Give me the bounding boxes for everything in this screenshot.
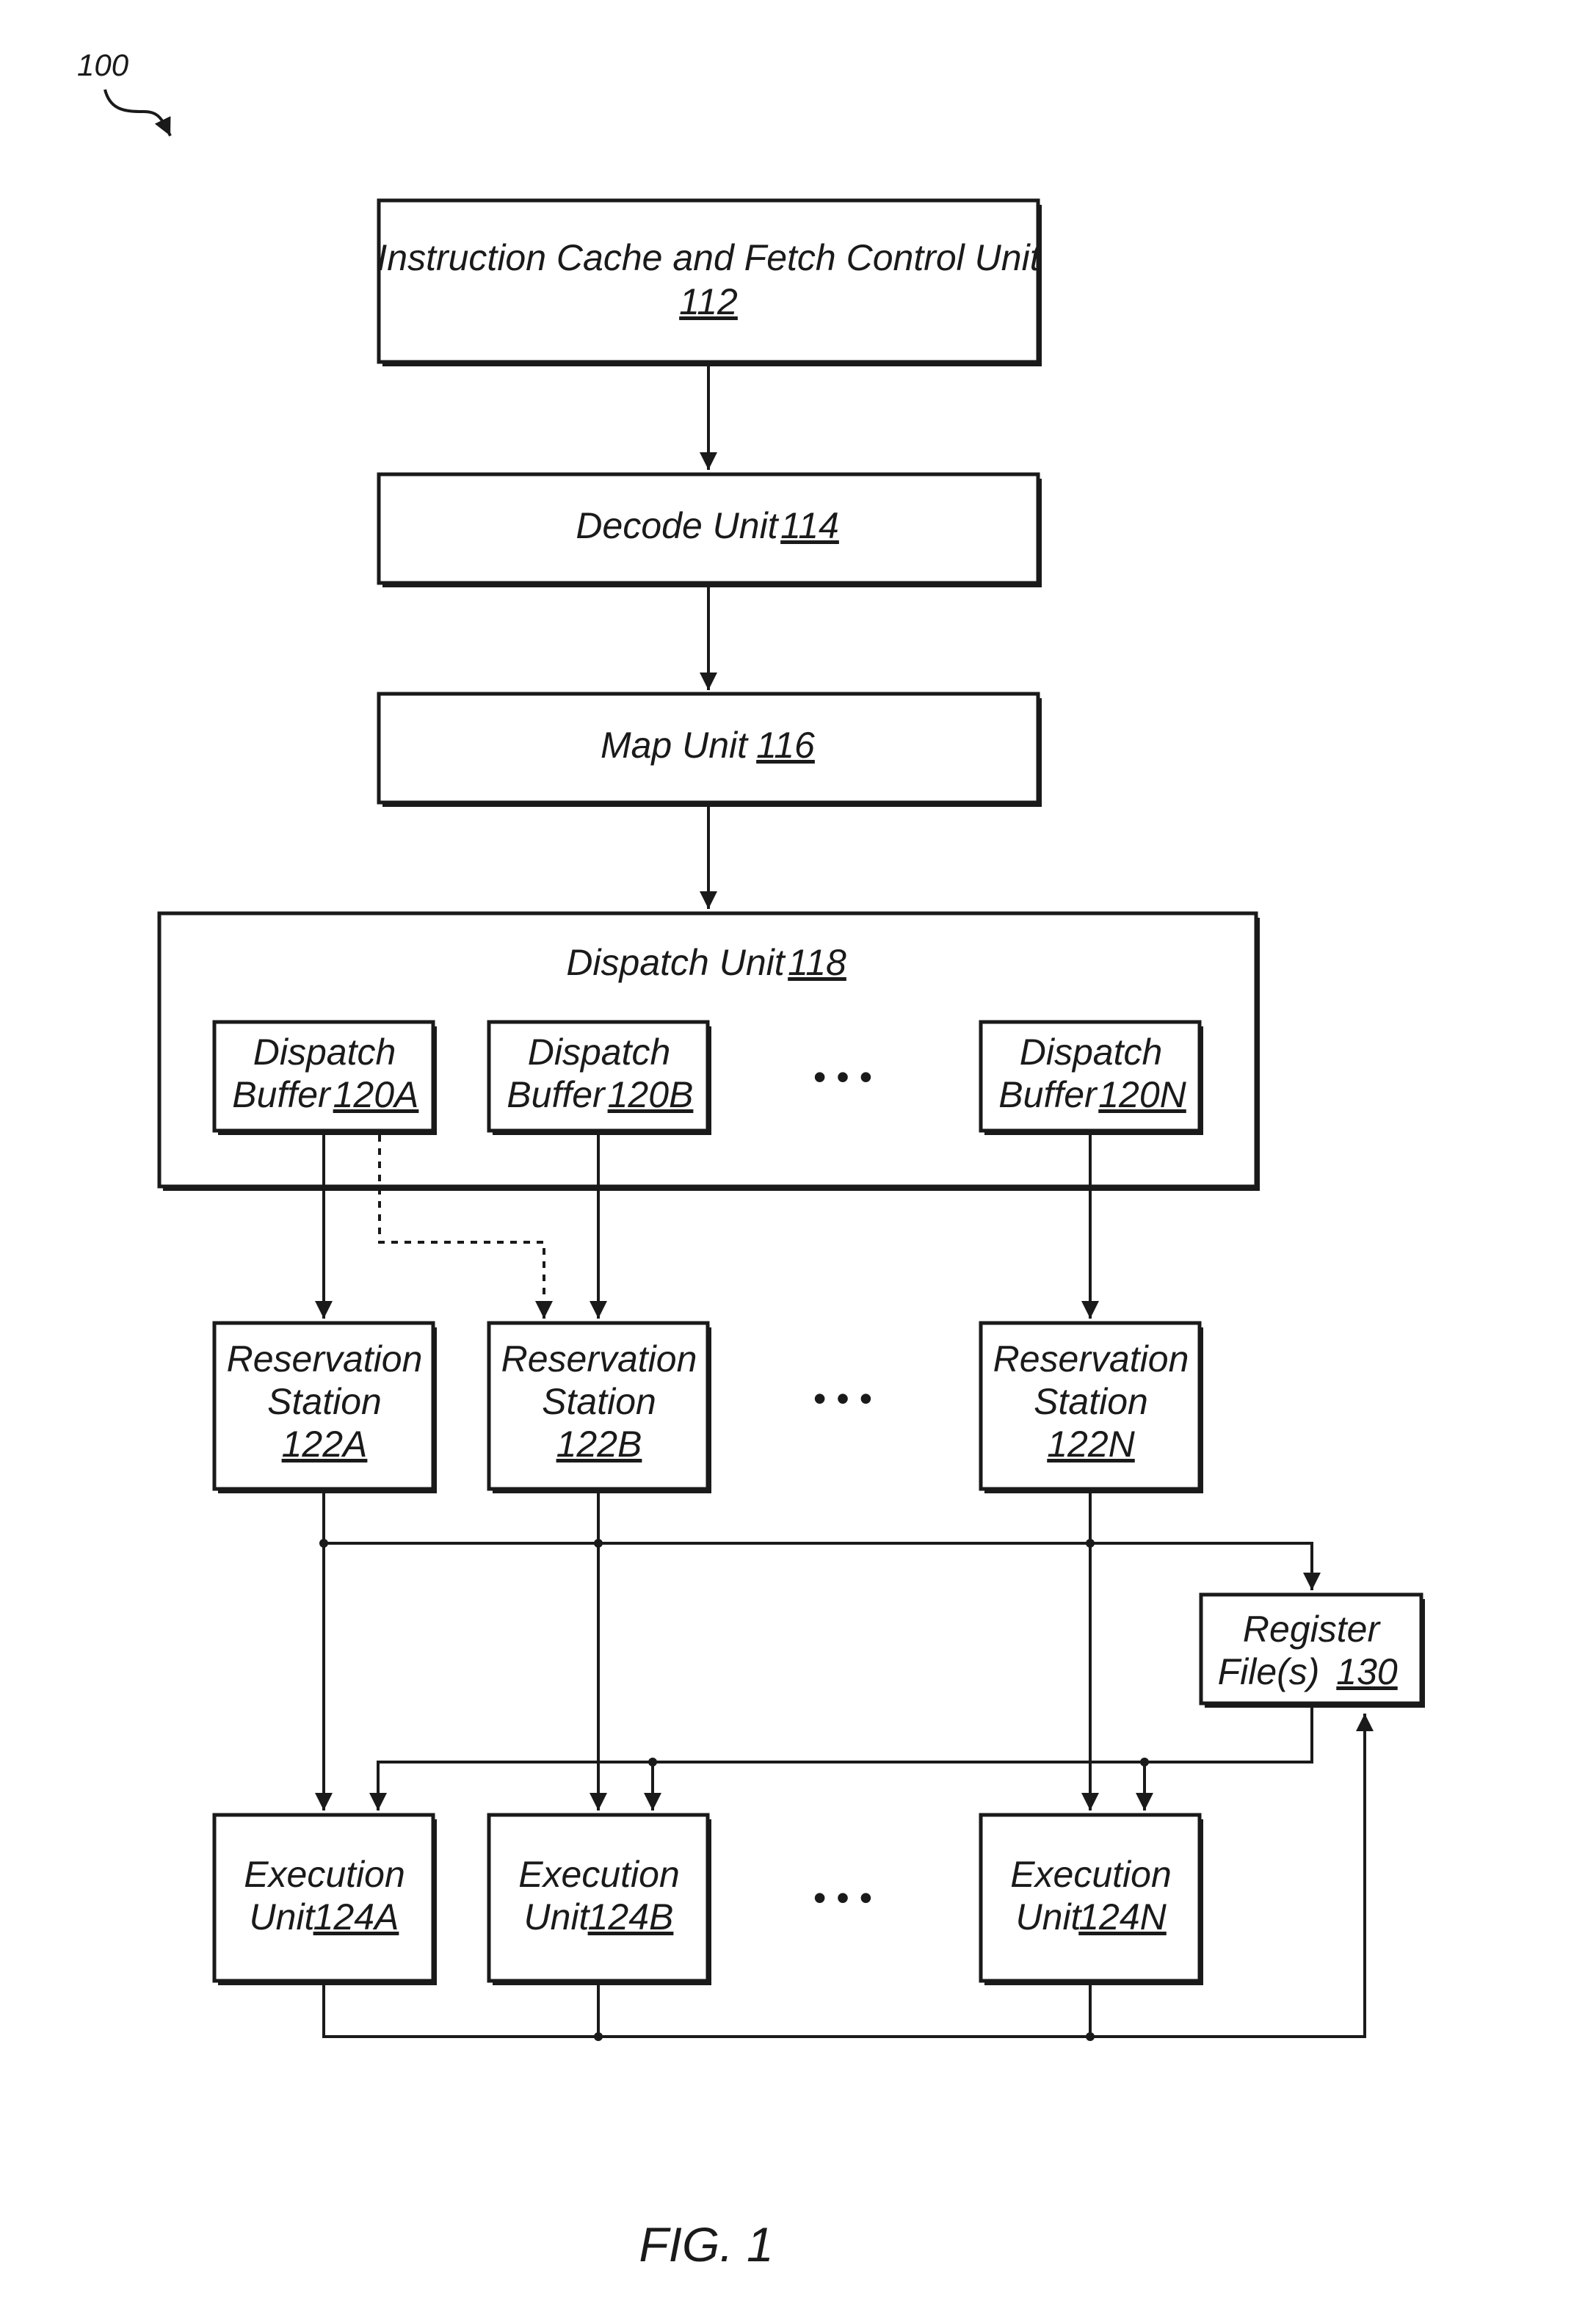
execution-unit-b-line1: Execution (518, 1854, 680, 1895)
register-file-line2: File(s) (1218, 1651, 1320, 1692)
dispatch-buffer-n-ref: 120N (1098, 1074, 1186, 1115)
dispatch-buffer-n-line1: Dispatch (1020, 1032, 1163, 1073)
reservation-station-b-ref: 122B (556, 1424, 642, 1465)
icache-fetch-unit: Instruction Cache and Fetch Control Unit… (377, 198, 1042, 366)
block-diagram: 100 Instruction Cache and Fetch Control … (77, 48, 1425, 2272)
junction-dot (1140, 1758, 1149, 1766)
execution-unit-b-ref: 124B (588, 1896, 674, 1938)
reservation-station-a-line1: Reservation (227, 1338, 423, 1380)
reservation-station-b: Reservation Station 122B (487, 1321, 711, 1493)
execution-unit-n: Execution Unit 124N (979, 1813, 1203, 1985)
reservation-station-b-line1: Reservation (501, 1338, 697, 1380)
dispatch-buffer-n: Dispatch Buffer 120N (979, 1020, 1203, 1135)
reservation-station-n-ref: 122N (1047, 1424, 1135, 1465)
execution-unit-n-line2: Unit (1016, 1896, 1083, 1938)
dispatch-buffer-a-ref: 120A (333, 1074, 419, 1115)
dispatch-buffer-n-line2: Buffer (998, 1074, 1098, 1115)
map-ref: 116 (756, 725, 815, 766)
ellipsis-reservation-stations: • • • (813, 1378, 872, 1419)
reservation-station-a-line2: Station (267, 1381, 382, 1422)
dispatch-buffer-a-line2: Buffer (232, 1074, 332, 1115)
register-file-ref: 130 (1336, 1651, 1398, 1692)
dispatch-buffer-b-line2: Buffer (507, 1074, 606, 1115)
map-unit: Map Unit 116 (377, 692, 1042, 807)
reservation-station-b-line2: Station (542, 1381, 656, 1422)
ellipsis-dispatch-buffers: • • • (813, 1056, 872, 1098)
reservation-station-n-line2: Station (1034, 1381, 1148, 1422)
decode-label: Decode Unit (576, 505, 779, 546)
execution-unit-a-ref: 124A (313, 1896, 399, 1938)
dispatch-ref: 118 (788, 942, 846, 983)
reservation-station-n-line1: Reservation (993, 1338, 1189, 1380)
bus-stations-to-register-file (324, 1542, 1313, 1551)
dispatch-buffer-b: Dispatch Buffer 120B (487, 1020, 711, 1135)
figure-caption: FIG. 1 (639, 2217, 773, 2272)
junction-dot (648, 1758, 657, 1766)
icache-fetch-label: Instruction Cache and Fetch Control Unit (377, 237, 1041, 278)
ellipsis-execution-units: • • • (813, 1877, 872, 1918)
reservation-station-a-ref: 122A (282, 1424, 368, 1465)
map-label: Map Unit (601, 725, 749, 766)
execution-unit-b: Execution Unit 124B (487, 1813, 711, 1985)
dispatch-buffer-a-line1: Dispatch (253, 1032, 396, 1073)
decode-ref: 114 (780, 505, 839, 546)
dispatch-buffer-a: Dispatch Buffer 120A (212, 1020, 437, 1135)
icache-fetch-ref: 112 (679, 281, 738, 322)
execution-unit-b-line2: Unit (524, 1896, 591, 1938)
execution-unit-n-ref: 124N (1078, 1896, 1167, 1938)
junction-dot (1086, 2032, 1095, 2041)
execution-unit-a: Execution Unit 124A (212, 1813, 437, 1985)
reference-arrow-icon (104, 89, 172, 137)
register-file-line1: Register (1243, 1609, 1382, 1650)
register-file: Register File(s) 130 (1199, 1592, 1425, 1708)
dispatch-buffer-b-line1: Dispatch (528, 1032, 671, 1073)
execution-unit-n-line1: Execution (1010, 1854, 1172, 1895)
dispatch-buffer-b-ref: 120B (608, 1074, 694, 1115)
decode-unit: Decode Unit 114 (377, 472, 1042, 587)
bus-register-file-to-exec (369, 1708, 1313, 1810)
reservation-station-n: Reservation Station 122N (979, 1321, 1203, 1493)
dispatch-label: Dispatch Unit (566, 942, 786, 983)
execution-unit-a-line2: Unit (250, 1896, 316, 1938)
junction-dot (594, 2032, 603, 2041)
reservation-station-a: Reservation Station 122A (212, 1321, 437, 1493)
execution-unit-a-line1: Execution (244, 1854, 405, 1895)
figure-reference-numeral: 100 (77, 48, 129, 82)
